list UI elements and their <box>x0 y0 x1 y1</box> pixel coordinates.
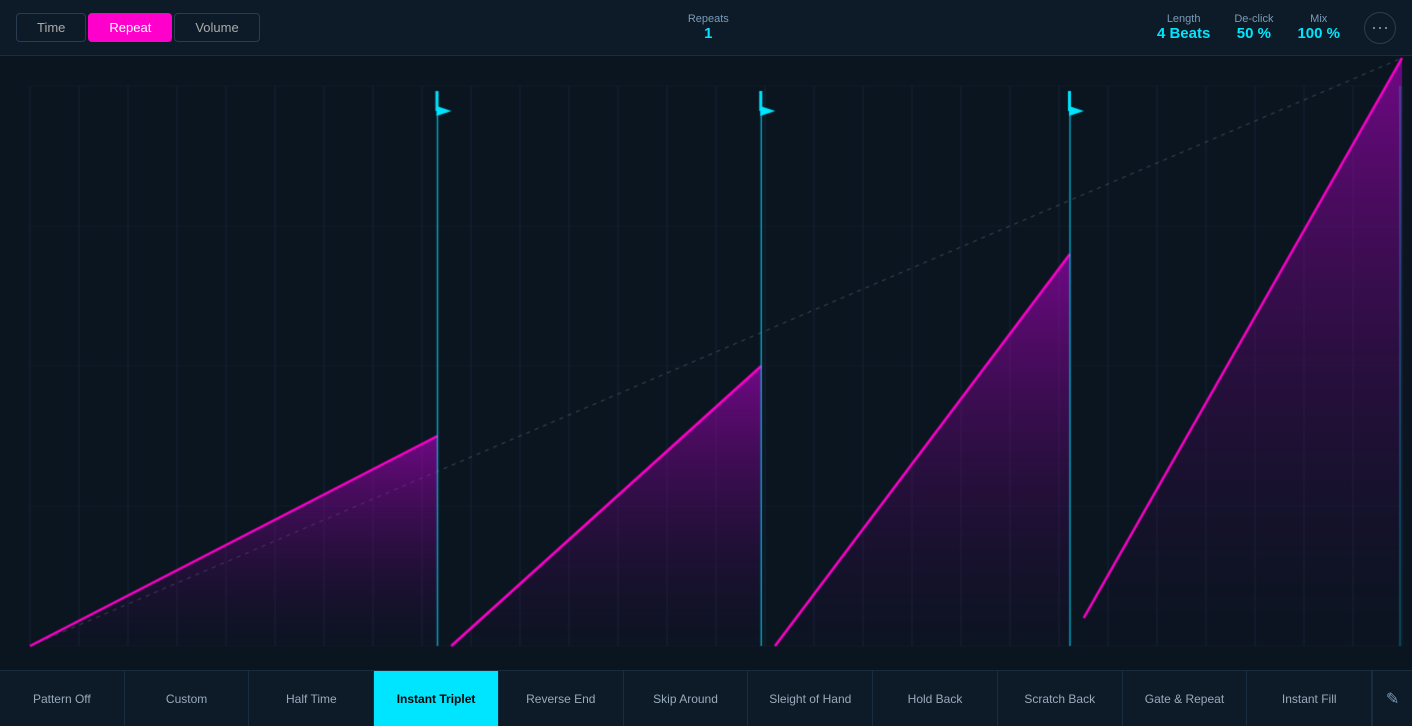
tab-group: Time Repeat Volume <box>16 13 260 42</box>
repeats-label: Repeats <box>688 13 729 25</box>
mix-label: Mix <box>1297 13 1340 25</box>
tab-volume[interactable]: Volume <box>174 13 259 42</box>
btn-instant-fill[interactable]: Instant Fill <box>1247 671 1372 726</box>
length-value[interactable]: 4 Beats <box>1157 25 1210 42</box>
bottom-bar: Pattern Off Custom Half Time Instant Tri… <box>0 670 1412 726</box>
btn-sleight-of-hand[interactable]: Sleight of Hand <box>748 671 873 726</box>
mix-stat: Mix 100 % <box>1297 13 1340 42</box>
declick-label: De-click <box>1234 13 1273 25</box>
btn-hold-back[interactable]: Hold Back <box>873 671 998 726</box>
header-right: Length 4 Beats De-click 50 % Mix 100 % ·… <box>1157 12 1396 44</box>
btn-pattern-off[interactable]: Pattern Off <box>0 671 125 726</box>
tab-repeat[interactable]: Repeat <box>88 13 172 42</box>
btn-reverse-end[interactable]: Reverse End <box>499 671 624 726</box>
length-stat: Length 4 Beats <box>1157 13 1210 42</box>
declick-value[interactable]: 50 % <box>1234 25 1273 42</box>
btn-scratch-back[interactable]: Scratch Back <box>998 671 1123 726</box>
mix-value[interactable]: 100 % <box>1297 25 1340 42</box>
btn-custom[interactable]: Custom <box>125 671 250 726</box>
more-button[interactable]: ··· <box>1364 12 1396 44</box>
main-chart <box>0 56 1412 670</box>
tab-time[interactable]: Time <box>16 13 86 42</box>
repeats-stat: Repeats 1 <box>688 13 729 42</box>
edit-icon-button[interactable]: ✎ <box>1372 671 1412 726</box>
btn-half-time[interactable]: Half Time <box>249 671 374 726</box>
header-center: Repeats 1 <box>260 13 1157 42</box>
header: Time Repeat Volume Repeats 1 Length 4 Be… <box>0 0 1412 56</box>
btn-gate-repeat[interactable]: Gate & Repeat <box>1123 671 1248 726</box>
length-label: Length <box>1157 13 1210 25</box>
chart-area: Beat 4 3 2 1 2 3 4 <box>0 56 1412 670</box>
btn-instant-triplet[interactable]: Instant Triplet <box>374 671 499 726</box>
declick-stat: De-click 50 % <box>1234 13 1273 42</box>
repeats-value: 1 <box>688 25 729 42</box>
btn-skip-around[interactable]: Skip Around <box>624 671 749 726</box>
